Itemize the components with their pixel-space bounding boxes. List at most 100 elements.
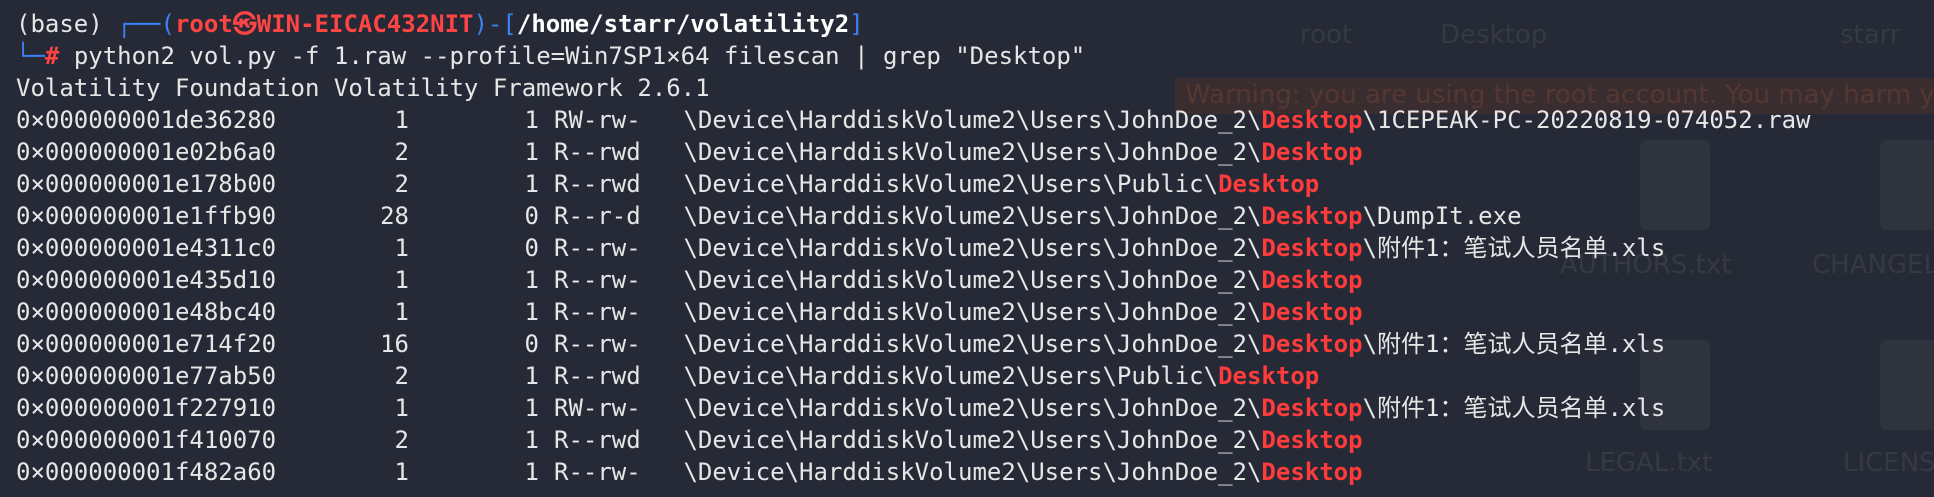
- ptr-count-cell: 1: [394, 394, 409, 422]
- path-prefix: \Device\HarddiskVolume2\Users\JohnDoe_2\: [683, 458, 1262, 486]
- path-suffix: \附件1：笔试人员名单.xls: [1362, 330, 1666, 358]
- filescan-results: 0×000000001de36280 1 1 RW-rw- \Device\Hardd…: [16, 104, 1811, 488]
- access-cell: R--rw-: [554, 234, 641, 262]
- path-prefix: \Device\HarddiskVolume2\Users\JohnDoe_2\: [683, 234, 1262, 262]
- ptr-count-cell: 1: [394, 298, 409, 326]
- path-prefix: \Device\HarddiskVolume2\Users\JohnDoe_2\: [683, 330, 1262, 358]
- prompt-bracket-close: ]: [849, 10, 864, 38]
- path-prefix: \Device\HarddiskVolume2\Users\JohnDoe_2\: [683, 298, 1262, 326]
- path-suffix: \DumpIt.exe: [1362, 202, 1522, 230]
- handle-count-cell: 0: [524, 234, 539, 262]
- offset-cell: 0×000000001e435d10: [16, 266, 277, 294]
- offset-cell: 0×000000001e48bc40: [16, 298, 277, 326]
- handle-count-cell: 1: [524, 394, 539, 422]
- ptr-count-cell: 2: [394, 138, 409, 166]
- prompt-user-host: root㉿WIN-EICAC432NIT: [174, 10, 474, 38]
- terminal-window[interactable]: root Desktop starr Warning: you are usin…: [0, 0, 1934, 497]
- prompt-paren-open: (: [160, 10, 175, 38]
- access-cell: RW-rw-: [554, 394, 641, 422]
- path-prefix: \Device\HarddiskVolume2\Users\Public\: [683, 362, 1219, 390]
- result-row: 0×000000001de36280 1 1 RW-rw- \Device\Hardd…: [16, 104, 1811, 136]
- path-suffix: \1CEPEAK-PC-20220819-074052.raw: [1362, 106, 1811, 134]
- offset-cell: 0×000000001e77ab50: [16, 362, 277, 390]
- path-prefix: \Device\HarddiskVolume2\Users\JohnDoe_2\: [683, 266, 1262, 294]
- grep-match-desktop: Desktop: [1261, 330, 1363, 358]
- file-icon-ghost: [1880, 140, 1934, 230]
- path-prefix: \Device\HarddiskVolume2\Users\JohnDoe_2\: [683, 426, 1262, 454]
- offset-cell: 0×000000001e178b00: [16, 170, 277, 198]
- handle-count-cell: 1: [524, 170, 539, 198]
- path-prefix: \Device\HarddiskVolume2\Users\JohnDoe_2\: [683, 106, 1262, 134]
- offset-cell: 0×000000001f227910: [16, 394, 277, 422]
- access-cell: R--rwd: [554, 426, 641, 454]
- grep-match-desktop: Desktop: [1218, 170, 1320, 198]
- result-row: 0×000000001f482a60 1 1 R--rw- \Device\Hardd…: [16, 456, 1811, 488]
- path-prefix: \Device\HarddiskVolume2\Users\JohnDoe_2\: [683, 394, 1262, 422]
- ptr-count-cell: 1: [394, 234, 409, 262]
- grep-match-desktop: Desktop: [1261, 266, 1363, 294]
- ptr-count-cell: 2: [394, 426, 409, 454]
- access-cell: R--rw-: [554, 330, 641, 358]
- handle-count-cell: 1: [524, 426, 539, 454]
- offset-cell: 0×000000001f410070: [16, 426, 277, 454]
- ptr-count-cell: 2: [394, 362, 409, 390]
- result-row: 0×000000001f227910 1 1 RW-rw- \Device\Hardd…: [16, 392, 1811, 424]
- ptr-count-cell: 1: [394, 458, 409, 486]
- grep-match-desktop: Desktop: [1261, 234, 1363, 262]
- ptr-count-cell: 1: [394, 266, 409, 294]
- result-row: 0×000000001e1ffb90 28 0 R--r-d \Device\Hard…: [16, 200, 1811, 232]
- offset-cell: 0×000000001de36280: [16, 106, 277, 134]
- path-prefix: \Device\HarddiskVolume2\Users\JohnDoe_2\: [683, 138, 1262, 166]
- breadcrumb-starr-ghost: starr: [1840, 20, 1901, 50]
- command-line[interactable]: └─# python2 vol.py -f 1.raw --profile=Wi…: [16, 40, 1811, 72]
- handle-count-cell: 1: [524, 362, 539, 390]
- grep-match-desktop: Desktop: [1261, 106, 1363, 134]
- banner-line: Volatility Foundation Volatility Framewo…: [16, 74, 710, 102]
- conda-env: (base): [16, 10, 103, 38]
- access-cell: R--rw-: [554, 298, 641, 326]
- file-label-ghost: CHANGELOG: [1812, 250, 1934, 280]
- path-suffix: \附件1：笔试人员名单.xls: [1362, 234, 1666, 262]
- access-cell: R--rwd: [554, 362, 641, 390]
- result-row: 0×000000001e02b6a0 2 1 R--rwd \Device\Hardd…: [16, 136, 1811, 168]
- result-row: 0×000000001e77ab50 2 1 R--rwd \Device\Hardd…: [16, 360, 1811, 392]
- prompt-corner-bottom: └─: [16, 42, 45, 70]
- ptr-count-cell: 16: [380, 330, 409, 358]
- access-cell: R--rw-: [554, 266, 641, 294]
- grep-match-desktop: Desktop: [1261, 202, 1363, 230]
- handle-count-cell: 0: [524, 330, 539, 358]
- offset-cell: 0×000000001e1ffb90: [16, 202, 277, 230]
- prompt-corner-top: ┌──: [117, 10, 161, 38]
- handle-count-cell: 1: [524, 298, 539, 326]
- path-prefix: \Device\HarddiskVolume2\Users\JohnDoe_2\: [683, 202, 1262, 230]
- result-row: 0×000000001e4311c0 1 0 R--rw- \Device\Hardd…: [16, 232, 1811, 264]
- prompt-path: /home/starr/volatility2: [516, 10, 850, 38]
- access-cell: R--rw-: [554, 458, 641, 486]
- offset-cell: 0×000000001e714f20: [16, 330, 277, 358]
- command-text: python2 vol.py -f 1.raw --profile=Win7SP…: [73, 42, 1086, 70]
- result-row: 0×000000001e48bc40 1 1 R--rw- \Device\Hardd…: [16, 296, 1811, 328]
- handle-count-cell: 1: [524, 138, 539, 166]
- offset-cell: 0×000000001e4311c0: [16, 234, 277, 262]
- grep-match-desktop: Desktop: [1218, 362, 1320, 390]
- offset-cell: 0×000000001e02b6a0: [16, 138, 277, 166]
- access-cell: R--rwd: [554, 138, 641, 166]
- terminal-output: (base) ┌──(root㉿WIN-EICAC432NIT)-[/home/…: [16, 8, 1811, 488]
- path-suffix: \附件1：笔试人员名单.xls: [1362, 394, 1666, 422]
- handle-count-cell: 1: [524, 458, 539, 486]
- file-icon-ghost: [1880, 340, 1934, 430]
- ptr-count-cell: 1: [394, 106, 409, 134]
- ptr-count-cell: 2: [394, 170, 409, 198]
- file-label-ghost: LICENSE: [1843, 448, 1934, 478]
- ptr-count-cell: 28: [380, 202, 409, 230]
- handle-count-cell: 1: [524, 266, 539, 294]
- access-cell: R--rwd: [554, 170, 641, 198]
- offset-cell: 0×000000001f482a60: [16, 458, 277, 486]
- handle-count-cell: 0: [524, 202, 539, 230]
- prompt-paren-close: )-[: [473, 10, 517, 38]
- prompt-hash: #: [44, 42, 60, 70]
- result-row: 0×000000001f410070 2 1 R--rwd \Device\Hardd…: [16, 424, 1811, 456]
- result-row: 0×000000001e714f20 16 0 R--rw- \Device\Hard…: [16, 328, 1811, 360]
- prompt-line: (base) ┌──(root㉿WIN-EICAC432NIT)-[/home/…: [16, 8, 1811, 40]
- access-cell: R--r-d: [554, 202, 641, 230]
